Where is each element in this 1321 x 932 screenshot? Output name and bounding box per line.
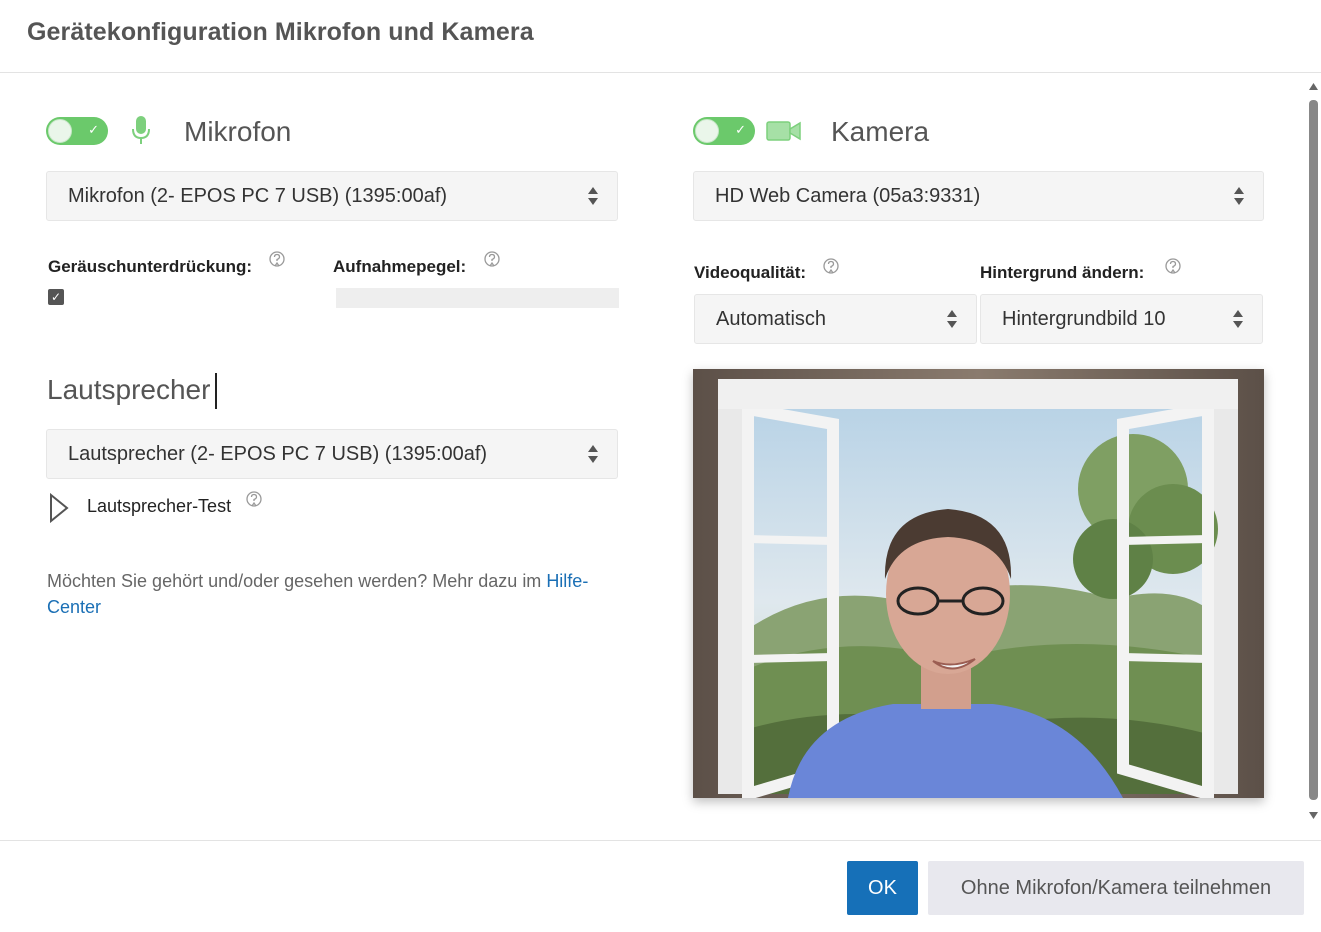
microphone-icon <box>132 116 150 144</box>
speaker-label: Lautsprecher <box>47 374 211 405</box>
help-icon[interactable] <box>822 258 840 276</box>
help-icon[interactable] <box>268 251 286 269</box>
microphone-toggle[interactable]: ✓ <box>46 117 108 145</box>
play-icon[interactable] <box>49 493 69 523</box>
camera-toggle[interactable]: ✓ <box>693 117 755 145</box>
sort-arrows-icon <box>588 445 598 463</box>
camera-label: Kamera <box>831 116 930 147</box>
video-quality-select[interactable]: Automatisch <box>694 294 977 344</box>
recording-level-bar <box>336 288 619 308</box>
scroll-up-icon[interactable] <box>1308 82 1319 92</box>
dialog-header: Gerätekonfiguration Mikrofon und Kamera <box>0 0 1321 73</box>
noise-suppression-checkbox[interactable]: ✓ <box>48 289 64 305</box>
background-label: Hintergrund ändern: <box>980 263 1145 282</box>
info-text-body: Möchten Sie gehört und/oder gesehen werd… <box>47 571 547 591</box>
help-icon[interactable] <box>483 251 501 269</box>
sort-arrows-icon <box>1234 187 1244 205</box>
scrollbar-thumb[interactable] <box>1309 100 1318 800</box>
info-text: Möchten Sie gehört und/oder gesehen werd… <box>47 568 617 620</box>
check-icon: ✓ <box>735 122 746 137</box>
toggle-knob <box>48 119 72 143</box>
dialog-title: Gerätekonfiguration Mikrofon und Kamera <box>27 18 534 46</box>
text-cursor <box>215 373 217 409</box>
video-quality-value: Automatisch <box>716 308 827 330</box>
scrollbar[interactable] <box>1306 80 1321 825</box>
background-select[interactable]: Hintergrundbild 10 <box>980 294 1263 344</box>
noise-suppression-label: Geräuschunterdrückung: <box>48 257 253 276</box>
recording-level-label: Aufnahmepegel: <box>333 257 467 276</box>
sort-arrows-icon <box>947 310 957 328</box>
microphone-select-value: Mikrofon (2- EPOS PC 7 USB) (1395:00af) <box>68 185 448 207</box>
help-icon[interactable] <box>1164 258 1182 276</box>
microphone-label: Mikrofon <box>184 116 292 147</box>
camera-select[interactable]: HD Web Camera (05a3:9331) <box>693 171 1264 221</box>
sort-arrows-icon <box>1233 310 1243 328</box>
speaker-test-label[interactable]: Lautsprecher-Test <box>87 496 231 517</box>
sort-arrows-icon <box>588 187 598 205</box>
camera-select-value: HD Web Camera (05a3:9331) <box>715 185 981 207</box>
background-value: Hintergrundbild 10 <box>1002 308 1166 330</box>
speaker-select-value: Lautsprecher (2- EPOS PC 7 USB) (1395:00… <box>68 443 488 465</box>
join-without-devices-button[interactable]: Ohne Mikrofon/Kamera teilnehmen <box>928 861 1304 915</box>
scroll-down-icon[interactable] <box>1308 810 1319 820</box>
camera-preview-image <box>693 369 1264 798</box>
camera-preview <box>693 369 1264 798</box>
video-quality-label: Videoqualität: <box>694 263 807 282</box>
toggle-knob <box>695 119 719 143</box>
microphone-select[interactable]: Mikrofon (2- EPOS PC 7 USB) (1395:00af) <box>46 171 618 221</box>
ok-button[interactable]: OK <box>847 861 918 915</box>
check-icon: ✓ <box>88 122 99 137</box>
video-camera-icon <box>766 121 801 141</box>
speaker-select[interactable]: Lautsprecher (2- EPOS PC 7 USB) (1395:00… <box>46 429 618 479</box>
help-icon[interactable] <box>245 491 263 509</box>
